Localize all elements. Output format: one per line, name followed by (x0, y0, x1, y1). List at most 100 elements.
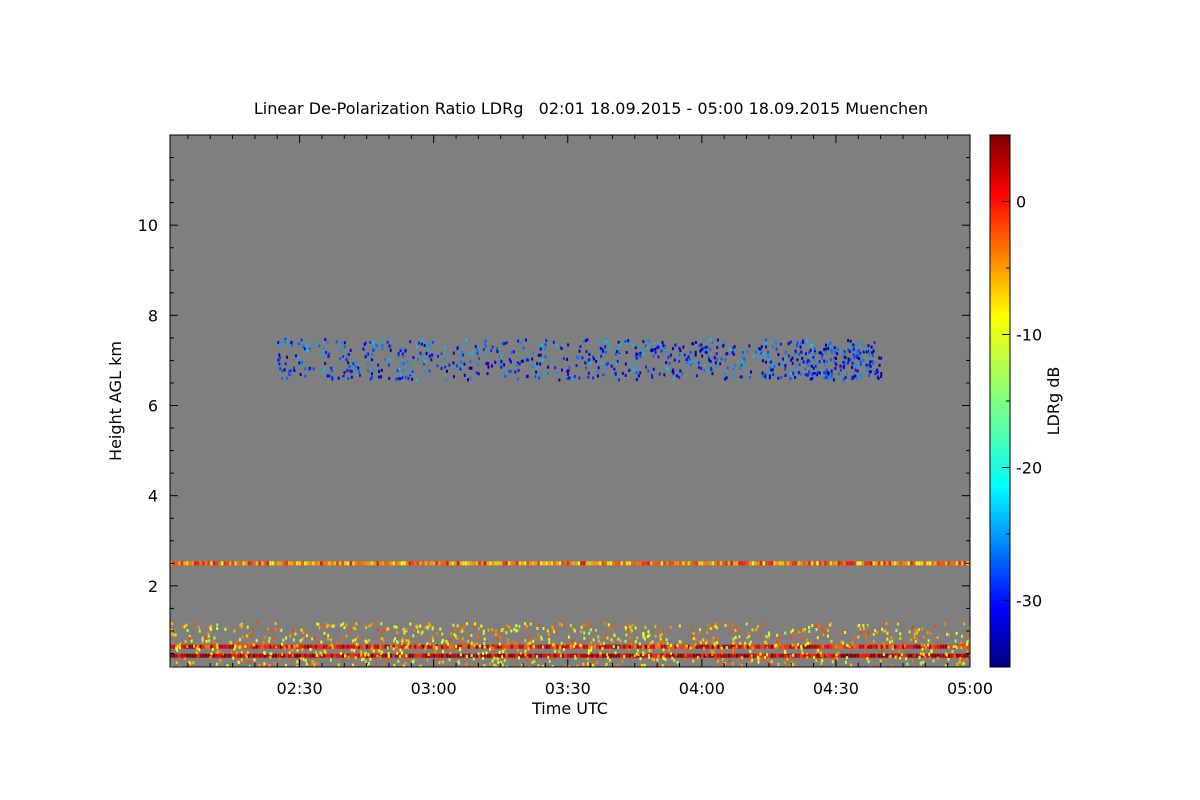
data-cell (269, 655, 272, 659)
band-cell (180, 561, 184, 566)
data-cell (808, 370, 811, 374)
data-cell (669, 652, 672, 656)
data-cell (363, 342, 366, 346)
band-cell (545, 644, 548, 649)
data-cell (594, 659, 597, 663)
band-cell (604, 644, 607, 649)
data-cell (683, 353, 686, 357)
band-cell (266, 644, 269, 649)
data-cell (764, 338, 767, 342)
band-cell (464, 644, 468, 649)
data-cell (634, 346, 637, 350)
data-cell (586, 338, 589, 342)
band-cell (759, 644, 763, 649)
band-cell (835, 644, 838, 649)
data-cell (430, 358, 433, 362)
data-cell (731, 629, 734, 633)
band-cell (325, 561, 328, 566)
data-cell (459, 647, 462, 651)
data-cell (408, 363, 411, 367)
data-cell (954, 654, 957, 658)
data-cell (851, 376, 854, 380)
data-cell (913, 654, 916, 658)
data-cell (744, 641, 747, 645)
data-cell (583, 631, 586, 635)
band-cell (454, 653, 457, 658)
band-cell (596, 653, 599, 658)
data-cell (756, 625, 759, 629)
data-cell (827, 343, 830, 347)
data-cell (829, 358, 832, 362)
data-cell (823, 347, 826, 351)
band-cell (759, 561, 763, 566)
band-cell (301, 653, 304, 658)
data-cell (823, 359, 826, 363)
band-cell (247, 644, 251, 649)
data-cell (772, 339, 775, 343)
band-cell (215, 653, 218, 658)
data-cell (562, 647, 565, 651)
band-cell (363, 644, 366, 649)
data-cell (519, 651, 522, 655)
data-cell (532, 639, 535, 643)
data-cell (722, 339, 725, 343)
data-cell (619, 639, 622, 643)
band-cell (668, 561, 672, 566)
band-cell (470, 561, 473, 566)
data-cell (732, 623, 735, 627)
data-cell (587, 371, 590, 375)
band-cell (658, 561, 661, 566)
band-cell (328, 653, 331, 658)
band-cell (210, 561, 213, 566)
data-cell (396, 640, 399, 644)
data-cell (461, 365, 464, 369)
data-cell (700, 343, 703, 347)
data-cell (285, 636, 288, 640)
data-cell (552, 340, 555, 344)
data-cell (423, 372, 426, 376)
data-cell (192, 661, 195, 665)
band-cell (961, 561, 964, 566)
data-cell (661, 341, 664, 345)
data-cell (614, 651, 617, 655)
band-cell (261, 653, 264, 658)
data-cell (627, 623, 630, 627)
band-cell (250, 644, 253, 649)
data-cell (419, 632, 422, 636)
band-cell (765, 561, 768, 566)
data-cell (527, 642, 530, 646)
data-cell (580, 630, 583, 634)
data-cell (537, 623, 540, 627)
data-cell (678, 353, 681, 357)
cb-tick-label: -30 (1016, 592, 1042, 611)
data-cell (605, 340, 608, 344)
data-cell (603, 338, 606, 342)
data-cell (800, 647, 803, 651)
data-cell (784, 631, 787, 635)
band-cell (285, 561, 288, 566)
band-cell (322, 561, 326, 566)
band-cell (829, 653, 833, 658)
data-cell (325, 350, 328, 354)
band-cell (550, 561, 554, 566)
data-cell (762, 352, 765, 356)
data-cell (808, 351, 811, 355)
data-cell (961, 662, 964, 666)
band-cell (749, 561, 752, 566)
data-cell (642, 632, 645, 636)
data-cell (596, 370, 599, 374)
data-cell (787, 354, 790, 358)
data-cell (681, 372, 684, 376)
band-cell (963, 561, 967, 566)
band-cell (336, 561, 339, 566)
data-cell (891, 647, 894, 651)
data-cell (769, 360, 772, 364)
data-cell (405, 627, 408, 631)
band-cell (379, 644, 382, 649)
data-cell (804, 643, 807, 647)
data-cell (606, 653, 609, 657)
data-cell (346, 353, 349, 357)
band-cell (172, 653, 176, 658)
data-cell (611, 627, 614, 631)
data-cell (762, 373, 765, 377)
